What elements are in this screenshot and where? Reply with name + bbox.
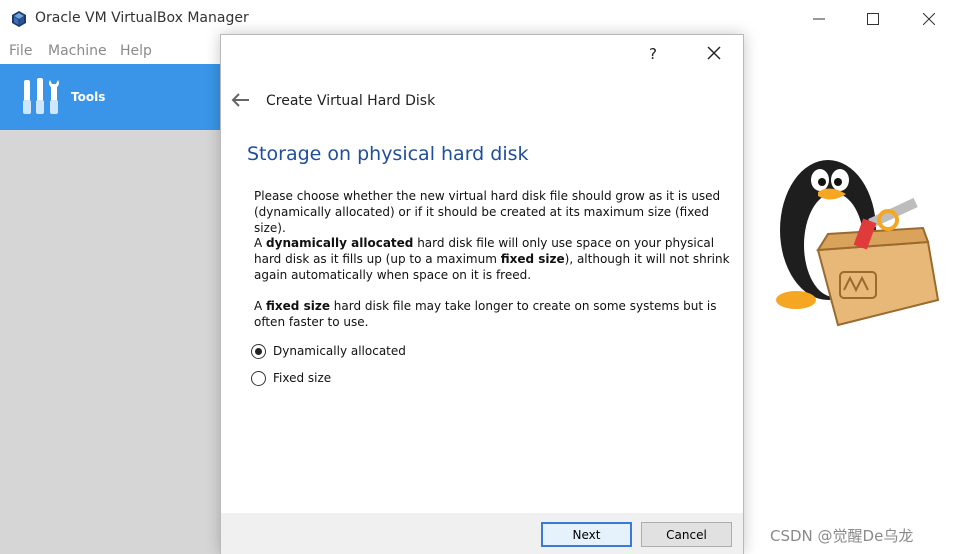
sidebar-item-tools[interactable]: Tools [0, 64, 220, 130]
bold-term: fixed size [266, 299, 330, 313]
cancel-button[interactable]: Cancel [641, 522, 732, 547]
bold-term: dynamically allocated [266, 236, 414, 250]
minimize-icon [813, 18, 825, 20]
dialog-title: Create Virtual Hard Disk [266, 93, 436, 109]
bold-term: fixed size [500, 252, 565, 266]
menu-file[interactable]: File [9, 43, 32, 59]
page-heading: Storage on physical hard disk [247, 143, 529, 165]
next-button[interactable]: Next [541, 522, 632, 547]
maximize-icon [867, 13, 879, 25]
radio-fixed-size[interactable]: Fixed size [251, 369, 331, 387]
tools-icon [23, 78, 59, 114]
window-titlebar: Oracle VM VirtualBox Manager [0, 0, 962, 38]
maximize-button[interactable] [850, 4, 896, 34]
back-arrow-icon[interactable] [231, 93, 251, 107]
close-icon [923, 13, 935, 25]
text-segment: A [254, 299, 267, 313]
sidebar-item-label: Tools [71, 90, 106, 104]
dialog-footer: Next Cancel [221, 513, 743, 554]
virtualbox-icon [12, 11, 26, 27]
menu-machine[interactable]: Machine [48, 43, 107, 59]
radio-dynamically-allocated[interactable]: Dynamically allocated [251, 342, 406, 360]
minimize-button[interactable] [796, 4, 842, 34]
dialog-close-icon[interactable] [705, 44, 723, 62]
sidebar: Tools [0, 64, 220, 554]
tux-toolbox-illustration [776, 160, 940, 327]
radio-label: Fixed size [273, 371, 332, 385]
fixed-description: A fixed size hard disk file may take lon… [254, 298, 734, 330]
radio-label: Dynamically allocated [273, 344, 406, 358]
help-button[interactable]: ? [649, 45, 657, 63]
dynamic-description: A dynamically allocated hard disk file w… [254, 235, 734, 283]
radio-button[interactable] [251, 343, 266, 359]
watermark: CSDN @觉醒De乌龙 [770, 527, 914, 545]
create-virtual-hard-disk-dialog: ? Create Virtual Hard Disk Storage on ph… [220, 34, 744, 554]
intro-paragraph: Please choose whether the new virtual ha… [254, 189, 721, 235]
text-segment: A [254, 236, 267, 250]
window-title: Oracle VM VirtualBox Manager [35, 10, 249, 26]
radio-button[interactable] [251, 370, 266, 386]
window-close-button[interactable] [906, 4, 952, 34]
menu-help[interactable]: Help [120, 43, 152, 59]
